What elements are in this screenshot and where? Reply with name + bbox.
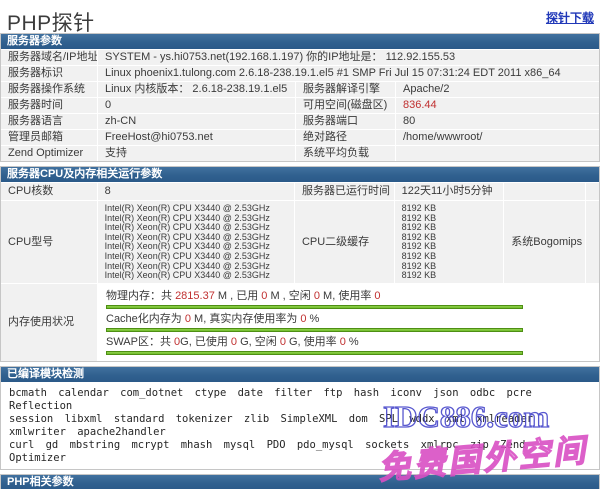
swap-text: %	[346, 336, 359, 348]
cpu-cache-line: 8192 KB	[402, 271, 498, 281]
memory-physical-line: 物理内存：共 2815.37 M , 已用 0 M , 空闲 0 M, 使用率 …	[106, 290, 591, 302]
field-label-server-lang: 服务器语言	[1, 114, 98, 129]
cache-text: Cache化内存为	[106, 313, 185, 325]
table-row: CPU型号 Intel(R) Xeon(R) CPU X3440 @ 2.53G…	[1, 200, 599, 283]
field-label-abs-path: 绝对路径	[296, 130, 396, 145]
field-value-abs-path: /home/wwwroot/	[396, 130, 599, 145]
memory-cache-line: Cache化内存为 0 M, 真实内存使用率为 0 %	[106, 313, 591, 325]
modules-line: session libxml standard tokenizer zlib S…	[9, 413, 591, 439]
section-cpu-memory: 服务器CPU及内存相关运行参数 CPU核数 8 服务器已运行时间 122天11小…	[0, 166, 600, 362]
field-value-server-port: 80	[396, 114, 599, 129]
memory-total-value: 2815.37	[175, 290, 215, 302]
field-label-engine: 服务器解译引擎	[296, 82, 396, 97]
table-row: 管理员邮箱 FreeHost@hi0753.net 绝对路径 /home/www…	[1, 129, 599, 145]
modules-list: bcmath calendar com_dotnet ctype date fi…	[1, 382, 599, 469]
field-value-engine: Apache/2	[396, 82, 599, 97]
memory-swap-line: SWAP区：共 0G, 已使用 0 G, 空闲 0 G, 使用率 0 %	[106, 336, 591, 348]
table-row: CPU核数 8 服务器已运行时间 122天11小时5分钟	[1, 182, 599, 200]
memory-text: M , 空闲	[267, 290, 313, 302]
field-value-disk-free: 836.44	[396, 98, 599, 113]
swap-text: G, 空闲	[237, 336, 280, 348]
memory-text: M , 已用	[215, 290, 261, 302]
field-label-server-id: 服务器标识	[1, 66, 98, 81]
field-value-os: Linux 内核版本： 2.6.18-238.19.1.el5	[98, 82, 296, 97]
field-label-server-port: 服务器端口	[296, 114, 396, 129]
modules-line: bcmath calendar com_dotnet ctype date fi…	[9, 387, 591, 413]
table-row: Zend Optimizer 支持 系统平均负载	[1, 145, 599, 161]
field-label-cpu-model: CPU型号	[1, 201, 98, 283]
table-row: 服务器时间 0 可用空间(磁盘区) 836.44	[1, 97, 599, 113]
table-row: 服务器语言 zh-CN 服务器端口 80	[1, 113, 599, 129]
table-row: 内存使用状况 物理内存：共 2815.37 M , 已用 0 M , 空闲 0 …	[1, 283, 599, 361]
field-value-admin-email: FreeHost@hi0753.net	[98, 130, 296, 145]
field-label-cpu-cores: CPU核数	[1, 183, 98, 200]
table-row: 服务器域名/IP地址 SYSTEM - ys.hi0753.net(192.16…	[1, 49, 599, 65]
field-value-server-lang: zh-CN	[98, 114, 296, 129]
field-label-disk-free: 可用空间(磁盘区)	[296, 98, 396, 113]
field-value-bogomips	[586, 201, 599, 283]
probe-download-link[interactable]: 探针下载	[546, 9, 594, 26]
field-label-domain-ip: 服务器域名/IP地址	[1, 50, 98, 65]
memory-usage-panel: 物理内存：共 2815.37 M , 已用 0 M , 空闲 0 M, 使用率 …	[98, 284, 599, 361]
cache-text: M, 真实内存使用率为	[191, 313, 300, 325]
field-label-uptime: 服务器已运行时间	[295, 183, 395, 200]
field-label-admin-email: 管理员邮箱	[1, 130, 98, 145]
swap-text: G, 已使用	[180, 336, 231, 348]
table-row: 服务器标识 Linux phoenix1.tulong.com 2.6.18-2…	[1, 65, 599, 81]
field-value-zend: 支持	[98, 146, 296, 161]
swap-usage-bar	[106, 351, 523, 355]
field-label-os: 服务器操作系统	[1, 82, 98, 97]
section-modules-title: 已编译模块检测	[1, 367, 599, 382]
field-value-domain-ip: SYSTEM - ys.hi0753.net(192.168.1.197) 你的…	[98, 50, 599, 65]
field-value-server-id: Linux phoenix1.tulong.com 2.6.18-238.19.…	[98, 66, 599, 81]
field-value-cpu-model-list: Intel(R) Xeon(R) CPU X3440 @ 2.53GHz Int…	[98, 201, 295, 283]
field-label-server-time: 服务器时间	[1, 98, 98, 113]
memory-text: M, 使用率	[320, 290, 374, 302]
field-label-bogomips: 系统Bogomips	[504, 201, 586, 283]
page-title: PHP探针	[7, 7, 95, 37]
section-php-params: PHP相关参数 PHP信息（phpinfo）： PHPINFO PHP版本（ph…	[0, 474, 600, 489]
table-row: 服务器操作系统 Linux 内核版本： 2.6.18-238.19.1.el5 …	[1, 81, 599, 97]
modules-line: curl gd mbstring mcrypt mhash mysql PDO …	[9, 439, 591, 465]
memory-text: 物理内存：共	[106, 290, 175, 302]
field-label-load-avg: 系统平均负载	[296, 146, 396, 161]
field-value-cpu-cores: 8	[98, 183, 295, 200]
swap-text: G, 使用率	[286, 336, 340, 348]
section-cpu-memory-title: 服务器CPU及内存相关运行参数	[1, 167, 599, 182]
field-empty	[504, 183, 586, 200]
swap-text: SWAP区：共	[106, 336, 174, 348]
memory-usage-bar	[106, 305, 523, 309]
cache-usage-bar	[106, 328, 523, 332]
field-empty	[586, 183, 599, 200]
section-modules: 已编译模块检测 bcmath calendar com_dotnet ctype…	[0, 366, 600, 470]
field-label-zend: Zend Optimizer	[1, 146, 98, 161]
field-label-memory-usage: 内存使用状况	[1, 284, 98, 361]
memory-rate-value: 0	[374, 290, 380, 302]
cache-text: %	[307, 313, 320, 325]
field-label-cpu-l2-cache: CPU二级缓存	[295, 201, 395, 283]
section-server-params: 服务器参数 服务器域名/IP地址 SYSTEM - ys.hi0753.net(…	[0, 33, 600, 162]
field-value-load-avg	[396, 146, 599, 161]
field-value-server-time: 0	[98, 98, 296, 113]
field-value-cpu-l2-cache-list: 8192 KB 8192 KB 8192 KB 8192 KB 8192 KB …	[395, 201, 505, 283]
field-value-uptime: 122天11小时5分钟	[395, 183, 505, 200]
page-header: PHP探针 探针下载	[0, 0, 600, 33]
cpu-model-line: Intel(R) Xeon(R) CPU X3440 @ 2.53GHz	[105, 271, 288, 281]
